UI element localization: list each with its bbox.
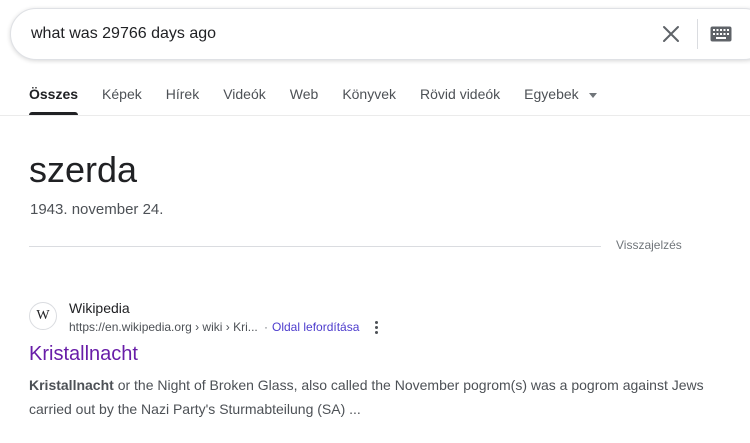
tab-web[interactable]: Web bbox=[290, 84, 319, 116]
wikipedia-favicon-icon: W bbox=[29, 302, 57, 330]
tab-label: Rövid videók bbox=[420, 86, 501, 102]
translate-page-link[interactable]: · Oldal lefordítása bbox=[264, 320, 359, 334]
search-bar bbox=[10, 8, 750, 60]
translate-label: Oldal lefordítása bbox=[272, 320, 360, 334]
tab-rovid-videok[interactable]: Rövid videók bbox=[420, 84, 500, 116]
tab-label: Videók bbox=[223, 86, 266, 102]
tab-label: Összes bbox=[29, 86, 79, 102]
tab-label: Könyvek bbox=[342, 86, 397, 102]
result-title-link[interactable]: Kristallnacht bbox=[29, 343, 138, 366]
translate-separator: · bbox=[264, 320, 268, 334]
more-vert-icon-dot bbox=[374, 325, 378, 329]
tab-videok[interactable]: Videók bbox=[223, 84, 266, 116]
snippet-text: or the Night of Broken Glass, also calle… bbox=[29, 377, 704, 417]
tab-kepek[interactable]: Képek bbox=[102, 84, 142, 116]
tabs-divider bbox=[0, 115, 750, 116]
favicon-letter: W bbox=[36, 308, 50, 323]
tab-hirek[interactable]: Hírek bbox=[166, 84, 199, 116]
clear-search-button[interactable] bbox=[659, 22, 683, 46]
tab-konyvek[interactable]: Könyvek bbox=[342, 84, 396, 116]
keyboard-icon bbox=[710, 26, 732, 42]
tab-label: Hírek bbox=[165, 86, 200, 102]
answer-divider bbox=[29, 246, 601, 247]
tab-label: Web bbox=[289, 86, 319, 102]
search-bar-divider bbox=[697, 19, 698, 49]
search-tabs: Összes Képek Hírek Videók Web Könyvek Rö… bbox=[29, 84, 621, 116]
snippet-highlight: Kristallnacht bbox=[29, 377, 114, 393]
more-vert-icon-dot bbox=[374, 320, 378, 324]
tab-egyebek[interactable]: Egyebek bbox=[524, 84, 597, 116]
result-more-options-button[interactable] bbox=[370, 318, 382, 336]
tab-label: Egyebek bbox=[524, 86, 579, 102]
more-vert-icon-dot bbox=[374, 330, 378, 334]
answer-day: szerda bbox=[29, 149, 138, 190]
keyboard-button[interactable] bbox=[709, 23, 733, 45]
tab-osszes[interactable]: Összes bbox=[29, 84, 79, 116]
result-snippet: Kristallnacht or the Night of Broken Gla… bbox=[29, 373, 719, 421]
answer-date: 1943. november 24. bbox=[30, 201, 164, 218]
search-results-page: Összes Képek Hírek Videók Web Könyvek Rö… bbox=[0, 0, 750, 443]
tab-label: Képek bbox=[102, 86, 142, 102]
close-icon bbox=[663, 26, 679, 42]
search-input[interactable] bbox=[31, 9, 631, 59]
result-site-name[interactable]: Wikipedia bbox=[69, 300, 130, 316]
caret-down-icon bbox=[588, 92, 597, 98]
result-url[interactable]: https://en.wikipedia.org › wiki › Kri... bbox=[69, 320, 258, 334]
feedback-link[interactable]: Visszajelzés bbox=[616, 238, 682, 252]
